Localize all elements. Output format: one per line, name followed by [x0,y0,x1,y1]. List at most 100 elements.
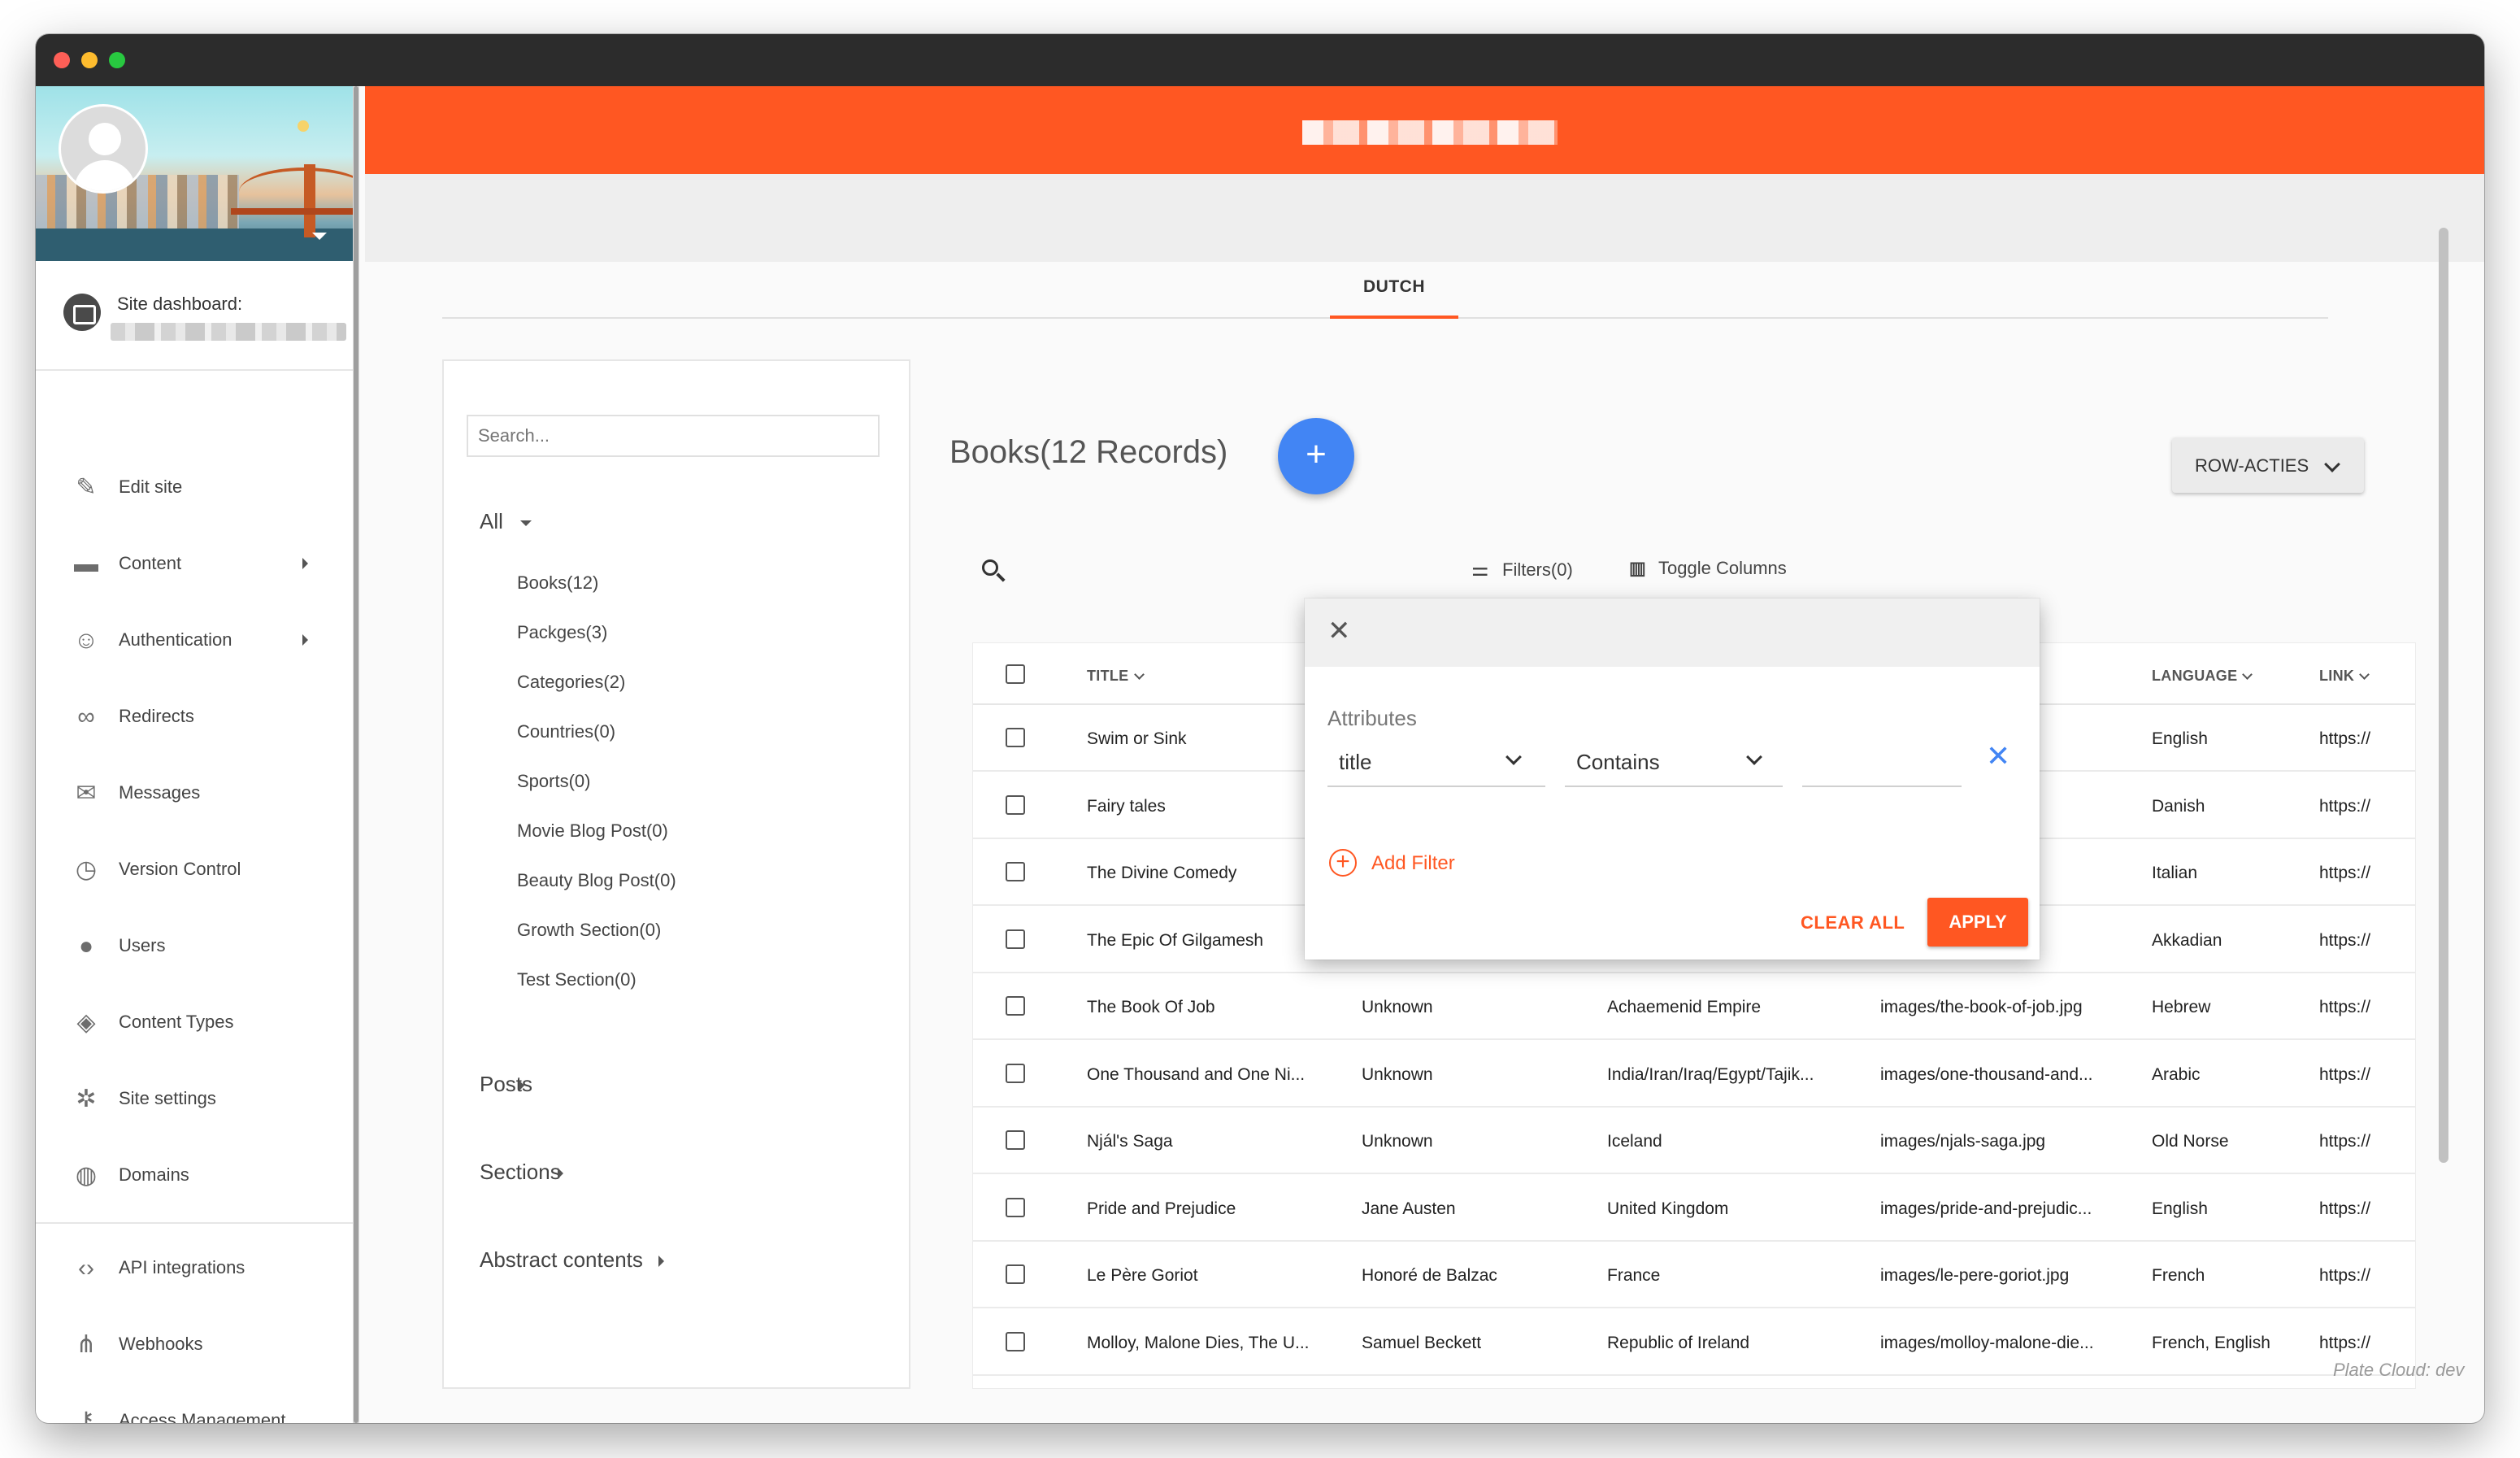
minimize-window-button[interactable] [81,52,98,68]
sidebar-item-edit-site[interactable]: ✎ Edit site [36,444,353,520]
row-checkbox[interactable] [1006,1130,1025,1150]
table-row[interactable]: One Thousand and One Ni... Unknown India/I… [973,1041,2415,1108]
cell-title: Njál's Saga [1087,1132,1173,1151]
profile-banner[interactable] [36,86,353,261]
sidebar-item-authentication[interactable]: ☺ Authentication [36,597,353,673]
sidebar-item-users[interactable]: ● Users [36,903,353,979]
row-checkbox[interactable] [1006,862,1025,881]
cell-title: One Thousand and One Ni... [1087,1064,1306,1084]
row-checkbox[interactable] [1006,996,1025,1016]
avatar-head-icon [89,123,121,155]
sidebar-item-webhooks[interactable]: ⋔ Webhooks [36,1301,353,1377]
filters-button[interactable]: ⚌ Filters(0) [1471,558,1573,581]
cell-title: Le Père Goriot [1087,1266,1198,1285]
column-header-language-label: LANGUAGE [2152,668,2238,684]
row-checkbox[interactable] [1006,1264,1025,1284]
apply-button[interactable]: APPLY [1927,898,2028,947]
column-header-title[interactable]: TITLE [1087,668,1145,685]
sort-chevron-icon [1133,669,1145,680]
content-search-input[interactable] [467,415,880,457]
toggle-columns-button[interactable]: ▥ Toggle Columns [1629,558,1787,579]
sidebar-item-messages[interactable]: ✉ Messages [36,750,353,826]
select-all-checkbox[interactable] [1006,664,1025,684]
tree-all-toggle[interactable]: All [480,509,503,534]
row-actions-button[interactable]: ROW-ACTIES [2172,437,2364,493]
add-record-button[interactable]: + [1278,418,1354,494]
sidebar-item-api-integrations[interactable]: ‹› API integrations [36,1225,353,1301]
site-dashboard[interactable]: Site dashboard: [36,261,353,371]
sidebar-item-access-management[interactable]: ⚷ Access Management [36,1377,353,1423]
tree-item[interactable]: Movie Blog Post(0) [517,820,668,842]
sidebar-scrollbar[interactable] [353,86,359,1423]
tree-group-posts[interactable]: Posts [480,1072,532,1097]
tree-group-sections[interactable]: Sections [480,1160,561,1185]
tree-item[interactable]: Books(12) [517,572,598,594]
tree-item[interactable]: Test Section(0) [517,969,637,990]
chevron-right-icon[interactable] [558,1168,563,1179]
sidebar-item-redirects[interactable]: ∞ Redirects [36,673,353,750]
maximize-window-button[interactable] [109,52,125,68]
table-row[interactable]: Molloy, Malone Dies, The U... Samuel Beck… [973,1309,2415,1376]
tree-item[interactable]: Categories(2) [517,672,625,693]
content-scrollbar[interactable] [2439,228,2448,1163]
bridge-tower-image [304,164,315,237]
sidebar-item-label: Version Control [119,859,241,879]
tree-item[interactable]: Sports(0) [517,771,590,792]
table-row[interactable]: The Book Of Job Unknown Achaemenid Empire i… [973,973,2415,1040]
tree-group-abstract-contents[interactable]: Abstract contents [480,1247,643,1273]
sidebar-scrollbar-thumb[interactable] [354,86,358,1423]
column-header-link[interactable]: LINK [2319,668,2370,685]
cell-author: Jane Austen [1362,1199,1456,1218]
cell-link: https:// [2319,1266,2371,1285]
operator-select-value: Contains [1576,750,1660,774]
content-tree-panel: All Books(12) Packges(3) Categories(2) Coun… [442,359,910,1389]
sidebar-item-version-control[interactable]: ◷ Version Control [36,826,353,903]
close-window-button[interactable] [54,52,70,68]
cell-country: France [1607,1266,1661,1285]
table-row[interactable]: Le Père Goriot Honoré de Balzac France imag… [973,1242,2415,1308]
remove-filter-icon[interactable]: ✕ [1986,740,2010,773]
row-checkbox[interactable] [1006,1063,1025,1083]
search-icon[interactable] [982,559,1006,582]
filter-value-input[interactable] [1802,737,1962,787]
cell-title: Swim or Sink [1087,729,1187,748]
cell-country: Achaemenid Empire [1607,998,1762,1016]
toggle-columns-label: Toggle Columns [1658,558,1787,578]
sidebar-item-content[interactable]: ▬ Content [36,520,353,597]
column-header-title-label: TITLE [1087,668,1129,684]
sidebar-item-content-types[interactable]: ◈ Content Types [36,979,353,1055]
row-checkbox[interactable] [1006,728,1025,747]
chevron-right-icon[interactable] [658,1256,664,1267]
row-checkbox[interactable] [1006,929,1025,949]
sidebar-item-label: Site settings [119,1088,216,1108]
close-icon[interactable]: ✕ [1327,616,1357,646]
cell-language: Danish [2152,796,2205,816]
sidebar-item-label: API integrations [119,1257,245,1277]
sidebar-item-domains[interactable]: ◍ Domains [36,1132,353,1208]
operator-select[interactable]: Contains [1565,737,1783,787]
language-tabs: DUTCH [442,260,2328,319]
tree-item[interactable]: Growth Section(0) [517,920,661,941]
cell-image: images/the-book-of-job.jpg [1880,998,2083,1016]
table-row[interactable]: Pride and Prejudice Jane Austen United Kin… [973,1175,2415,1242]
table-row[interactable]: Njál's Saga Unknown Iceland images/njals-sa… [973,1108,2415,1174]
row-checkbox[interactable] [1006,1331,1025,1351]
attribute-select[interactable]: title [1327,737,1545,787]
row-checkbox[interactable] [1006,794,1025,815]
profile-dropdown-caret-icon[interactable] [312,233,327,240]
tree-all-caret-icon[interactable] [520,520,532,526]
tree-item[interactable]: Countries(0) [517,721,615,742]
sort-chevron-icon [2242,669,2253,680]
tree-item[interactable]: Beauty Blog Post(0) [517,870,676,891]
column-header-language[interactable]: LANGUAGE [2152,668,2253,685]
tab-dutch[interactable]: DUTCH [1330,260,1458,319]
cell-link: https:// [2319,1064,2371,1084]
chevron-right-icon[interactable] [519,1080,524,1091]
row-checkbox[interactable] [1006,1197,1025,1217]
tree-item[interactable]: Packges(3) [517,622,607,643]
clear-all-button[interactable]: CLEAR ALL [1801,912,1905,934]
code-icon: ‹› [78,1255,94,1282]
table-row[interactable]: The DecameronGiovanni BoccaccioItalyimag… [973,1376,2415,1388]
sidebar-item-site-settings[interactable]: ✲ Site settings [36,1055,353,1132]
avatar[interactable] [59,104,148,194]
